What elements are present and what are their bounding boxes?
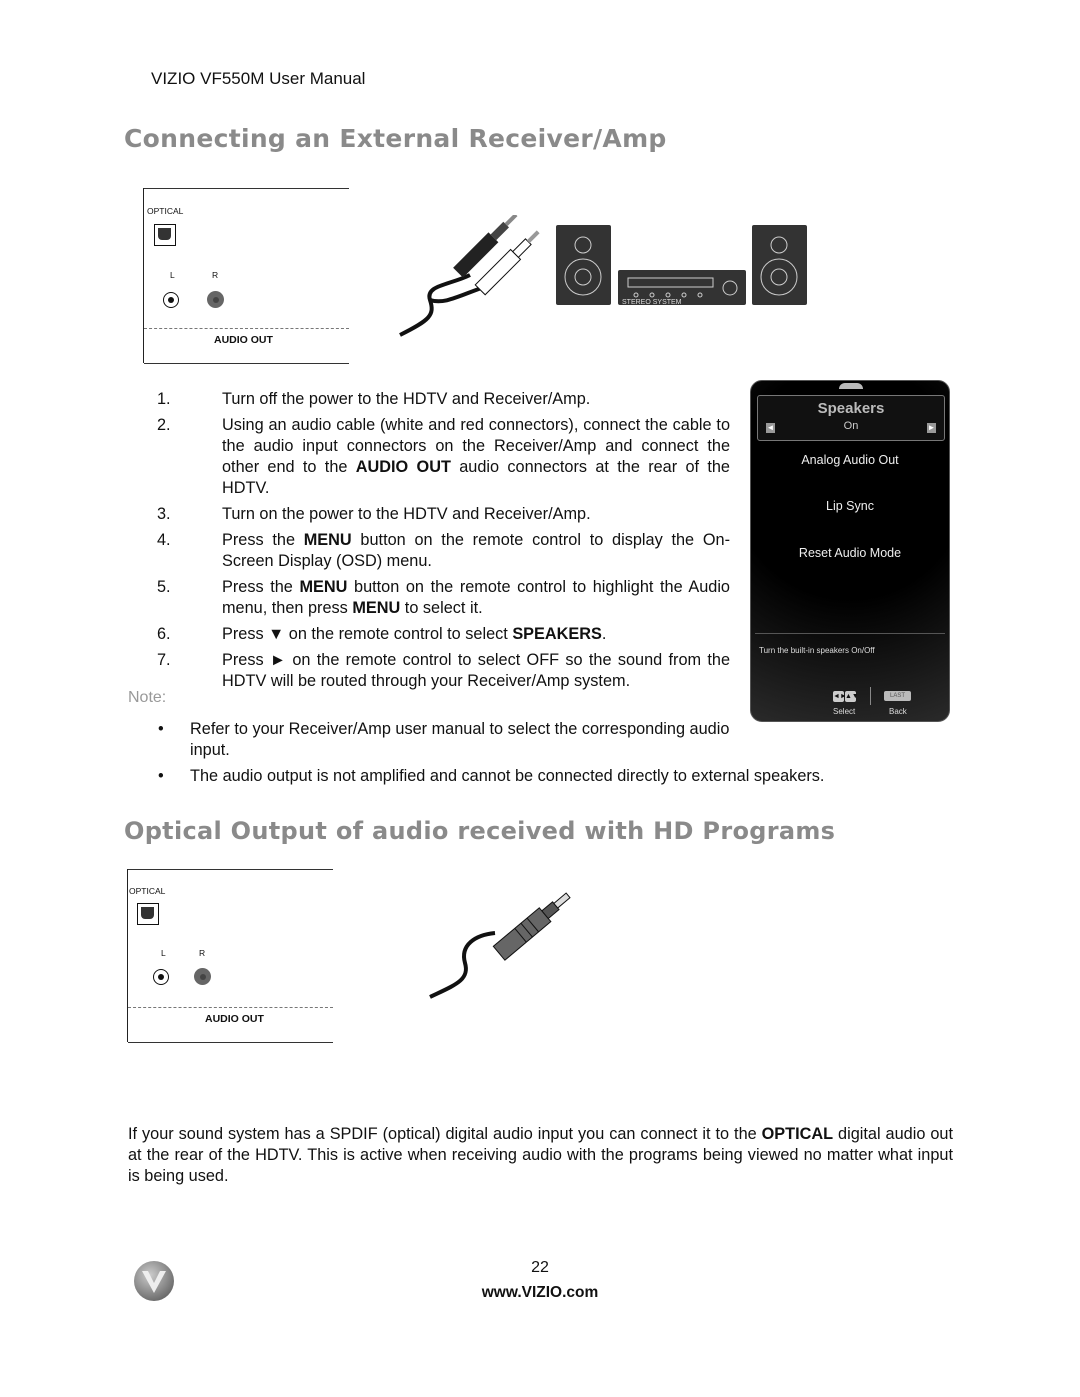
step-item: 4. Press the MENU button on the remote co… bbox=[152, 530, 730, 572]
osd-item-reset-audio-mode[interactable]: Reset Audio Mode bbox=[751, 546, 949, 560]
optical-cable-icon bbox=[429, 892, 571, 999]
step-number: 4. bbox=[157, 531, 171, 549]
right-channel-label: R bbox=[199, 948, 206, 958]
step-item: 1. Turn off the power to the HDTV and Rec… bbox=[152, 389, 730, 410]
osd-button-separator bbox=[870, 687, 871, 705]
note-label: Note: bbox=[128, 689, 167, 706]
stereo-system-label: STEREO SYSTEM bbox=[622, 299, 682, 306]
osd-setting-title: Speakers bbox=[817, 400, 885, 417]
left-channel-label: L bbox=[170, 270, 175, 280]
arrow-right-icon[interactable]: ► bbox=[927, 423, 936, 433]
step-text: Press ► on the remote control to select … bbox=[222, 651, 730, 690]
step-text: . bbox=[601, 625, 607, 643]
left-channel-label: L bbox=[161, 948, 166, 958]
rca-cable-stereo-illustration: STEREO SYSTEM bbox=[399, 215, 807, 337]
paragraph-bold-term: OPTICAL bbox=[761, 1125, 834, 1143]
step-bold-term: AUDIO OUT bbox=[355, 458, 451, 476]
section-title-receiver: Connecting an External Receiver/Amp bbox=[124, 124, 667, 153]
optical-paragraph: If your sound system has a SPDIF (optica… bbox=[128, 1124, 953, 1187]
step-item: 6. Press ▼ on the remote control to selec… bbox=[152, 624, 730, 645]
osd-divider bbox=[755, 633, 945, 634]
step-bold-term: MENU bbox=[299, 578, 348, 596]
panel-top-rule bbox=[128, 869, 333, 870]
arrow-left-icon[interactable]: ◄ bbox=[766, 423, 775, 433]
step-bold-term: MENU bbox=[352, 599, 401, 617]
footer-url[interactable]: www.VIZIO.com bbox=[0, 1284, 1080, 1302]
up-down-icon: ▲▼ bbox=[845, 691, 859, 702]
osd-select-caption: Select bbox=[833, 707, 856, 716]
audio-out-panel: OPTICAL L R AUDIO OUT bbox=[143, 188, 349, 364]
speaker-right-icon bbox=[752, 225, 807, 305]
step-bold-term: SPEAKERS bbox=[512, 625, 602, 643]
note-item: Refer to your Receiver/Amp user manual t… bbox=[152, 719, 730, 761]
paragraph-text: If your sound system has a SPDIF (optica… bbox=[128, 1125, 762, 1143]
osd-help-text: Turn the built-in speakers On/Off bbox=[759, 646, 875, 655]
step-number: 6. bbox=[157, 625, 171, 643]
left-right-icon: ◄► bbox=[833, 691, 847, 702]
optical-label: OPTICAL bbox=[147, 206, 184, 216]
step-item: 2. Using an audio cable (white and red co… bbox=[152, 415, 730, 499]
panel-top-rule bbox=[144, 188, 349, 189]
audio-out-label: AUDIO OUT bbox=[214, 334, 273, 346]
step-bold-term: MENU bbox=[303, 531, 352, 549]
panel-bottom-rule bbox=[128, 1042, 333, 1043]
step-item: 3. Turn on the power to the HDTV and Rece… bbox=[152, 504, 730, 525]
step-number: 7. bbox=[157, 651, 171, 669]
step-number: 2. bbox=[157, 416, 171, 434]
right-channel-label: R bbox=[212, 270, 219, 280]
panel-bottom-rule bbox=[144, 363, 349, 364]
step-item: 7. Press ► on the remote control to selec… bbox=[152, 650, 730, 692]
page-number: 22 bbox=[531, 1259, 549, 1276]
panel-mid-rule bbox=[128, 1007, 333, 1008]
panel-mid-rule bbox=[144, 328, 349, 329]
osd-audio-menu: Speakers On ◄ ► Analog Audio Out Lip Syn… bbox=[750, 380, 950, 722]
step-text: Turn on the power to the HDTV and Receiv… bbox=[222, 505, 591, 523]
audio-out-panel-2: OPTICAL L R AUDIO OUT bbox=[127, 869, 333, 1043]
notes-list: Refer to your Receiver/Amp user manual t… bbox=[152, 719, 912, 792]
right-audio-jack-icon bbox=[207, 291, 224, 308]
left-audio-jack-icon bbox=[163, 292, 179, 308]
right-audio-jack-icon bbox=[194, 968, 211, 985]
optical-label: OPTICAL bbox=[129, 886, 166, 896]
step-number: 5. bbox=[157, 578, 171, 596]
audio-out-label: AUDIO OUT bbox=[205, 1013, 264, 1025]
osd-item-lip-sync[interactable]: Lip Sync bbox=[751, 499, 949, 513]
optical-port-icon bbox=[154, 224, 176, 246]
osd-back-caption: Back bbox=[889, 707, 907, 716]
step-number: 1. bbox=[157, 390, 171, 408]
optical-port-icon bbox=[137, 903, 159, 925]
speaker-left-icon bbox=[556, 225, 611, 305]
left-audio-jack-icon bbox=[153, 969, 169, 985]
osd-item-analog-audio-out[interactable]: Analog Audio Out bbox=[751, 453, 949, 467]
osd-top-tab bbox=[839, 383, 863, 389]
running-header: VIZIO VF550M User Manual bbox=[151, 69, 366, 88]
step-text: Press the bbox=[222, 531, 304, 549]
steps-list: 1. Turn off the power to the HDTV and Rec… bbox=[152, 389, 730, 697]
stereo-receiver-icon: STEREO SYSTEM bbox=[618, 270, 746, 306]
step-text: Press the bbox=[222, 578, 300, 596]
step-number: 3. bbox=[157, 505, 171, 523]
step-text: Press ▼ on the remote control to select bbox=[222, 625, 513, 643]
last-button-icon: LAST bbox=[884, 691, 911, 701]
osd-select-buttons-icon: ◄►▲▼ bbox=[833, 691, 859, 702]
step-text: to select it. bbox=[400, 599, 483, 617]
osd-setting-value: On bbox=[843, 420, 859, 432]
step-text: Turn off the power to the HDTV and Recei… bbox=[222, 390, 591, 408]
step-item: 5. Press the MENU button on the remote co… bbox=[152, 577, 730, 619]
osd-speakers-setting[interactable]: Speakers On ◄ ► bbox=[757, 395, 945, 441]
section-title-optical: Optical Output of audio received with HD… bbox=[124, 817, 836, 845]
rca-cable-icon bbox=[399, 215, 540, 337]
note-item: The audio output is not amplified and ca… bbox=[152, 766, 912, 787]
